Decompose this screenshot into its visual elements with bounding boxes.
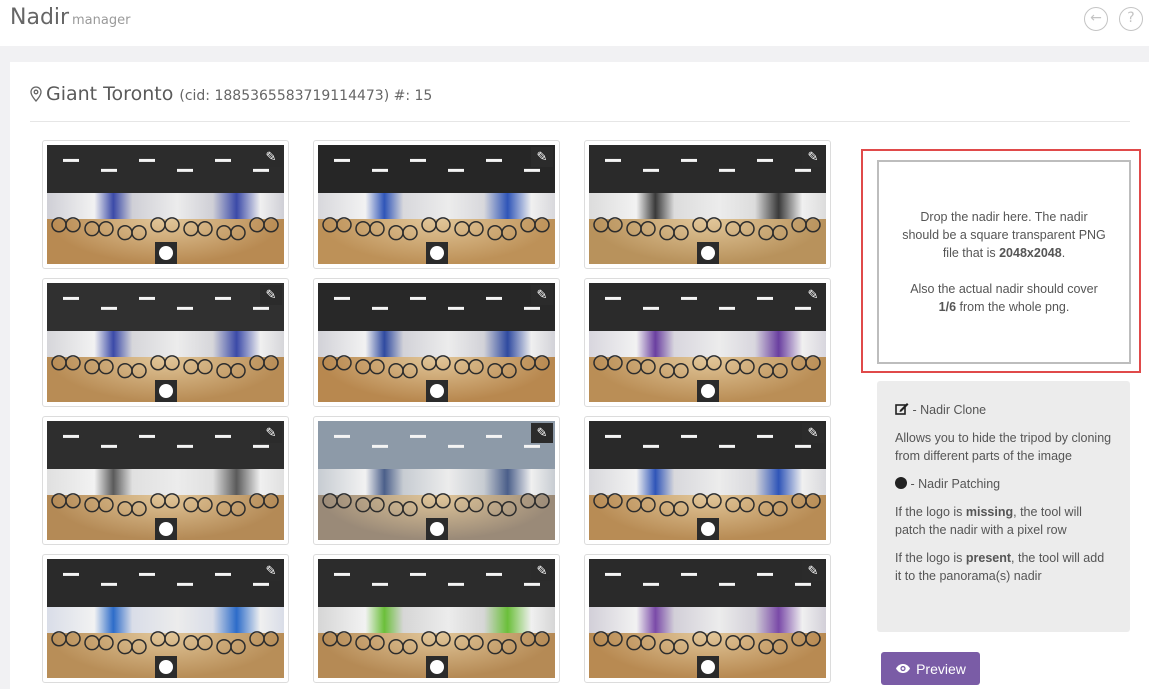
- circle-icon: [701, 246, 715, 260]
- panorama-image: ✎: [318, 283, 555, 402]
- legend-present-desc: If the logo is present, the tool will ad…: [895, 551, 1105, 583]
- panorama-image: ✎: [589, 283, 826, 402]
- location-name: Giant Toronto: [46, 83, 174, 105]
- panorama-thumbnail[interactable]: ✎: [42, 554, 289, 683]
- circle-icon: [430, 384, 444, 398]
- circle-icon: [159, 522, 173, 536]
- panorama-thumbnail[interactable]: ✎: [584, 278, 831, 407]
- nadir-clone-edit-icon[interactable]: ✎: [802, 423, 824, 443]
- panorama-image: ✎: [318, 559, 555, 678]
- help-icon[interactable]: ?: [1119, 7, 1143, 31]
- circle-icon: [701, 384, 715, 398]
- nadir-patch-button[interactable]: [426, 380, 448, 402]
- circle-icon: [701, 660, 715, 674]
- nadir-clone-edit-icon[interactable]: ✎: [802, 147, 824, 167]
- map-marker-icon: [30, 86, 42, 102]
- nadir-patch-button[interactable]: [426, 518, 448, 540]
- panorama-image: ✎: [47, 283, 284, 402]
- panorama-thumbnail[interactable]: ✎: [313, 278, 560, 407]
- panorama-thumbnail[interactable]: ✎: [42, 278, 289, 407]
- app-title: Nadir: [10, 5, 70, 30]
- panorama-image: ✎: [318, 145, 555, 264]
- panorama-image: ✎: [589, 421, 826, 540]
- dropzone-text-1: Drop the nadir here. The nadir should be…: [902, 210, 1106, 260]
- panorama-image: ✎: [318, 421, 555, 540]
- nadir-clone-edit-icon[interactable]: ✎: [802, 561, 824, 581]
- circle-icon: [430, 660, 444, 674]
- nadir-patch-button[interactable]: [155, 656, 177, 678]
- nadir-clone-edit-icon[interactable]: ✎: [531, 285, 553, 305]
- panorama-image: ✎: [47, 421, 284, 540]
- nadir-patch-button[interactable]: [155, 518, 177, 540]
- panorama-thumbnail[interactable]: ✎: [42, 140, 289, 269]
- panorama-thumbnail[interactable]: ✎: [584, 554, 831, 683]
- eye-icon: [896, 664, 911, 673]
- nadir-clone-edit-icon[interactable]: ✎: [260, 285, 282, 305]
- nadir-clone-edit-icon[interactable]: ✎: [260, 423, 282, 443]
- nadir-clone-edit-icon[interactable]: ✎: [260, 561, 282, 581]
- nadir-patch-button[interactable]: [697, 380, 719, 402]
- panorama-thumbnail[interactable]: ✎: [313, 416, 560, 545]
- legend-panel: - Nadir Clone Allows you to hide the tri…: [877, 381, 1130, 632]
- nadir-patch-button[interactable]: [697, 656, 719, 678]
- circle-icon: [701, 522, 715, 536]
- nadir-clone-edit-icon[interactable]: ✎: [802, 285, 824, 305]
- nadir-clone-edit-icon[interactable]: ✎: [531, 147, 553, 167]
- circle-icon: [159, 384, 173, 398]
- panorama-image: ✎: [47, 145, 284, 264]
- dropzone-text-2: Also the actual nadir should cover 1/6 f…: [910, 282, 1098, 314]
- circle-icon: [159, 246, 173, 260]
- location-meta: (cid: 1885365583719114473) #: 15: [179, 88, 433, 104]
- panorama-thumbnail[interactable]: ✎: [584, 416, 831, 545]
- circle-icon: [895, 477, 907, 489]
- edit-icon: [895, 403, 909, 415]
- nadir-patch-button[interactable]: [426, 242, 448, 264]
- nadir-dropzone[interactable]: Drop the nadir here. The nadir should be…: [861, 149, 1141, 373]
- preview-button[interactable]: Preview: [881, 652, 980, 685]
- nadir-patch-button[interactable]: [697, 518, 719, 540]
- legend-missing-desc: If the logo is missing, the tool will pa…: [895, 505, 1082, 537]
- panorama-thumbnail[interactable]: ✎: [42, 416, 289, 545]
- location-heading: Giant Toronto (cid: 1885365583719114473)…: [30, 83, 432, 105]
- nadir-patch-button[interactable]: [697, 242, 719, 264]
- circle-icon: [430, 246, 444, 260]
- circle-icon: [159, 660, 173, 674]
- legend-clone-desc: Allows you to hide the tripod by cloning…: [895, 431, 1112, 463]
- top-bar: Nadir manager ← ?: [0, 0, 1149, 46]
- panorama-thumbnail[interactable]: ✎: [313, 554, 560, 683]
- circle-icon: [430, 522, 444, 536]
- legend-clone-title: - Nadir Clone: [895, 401, 1112, 419]
- panorama-image: ✎: [589, 559, 826, 678]
- panorama-image: ✎: [589, 145, 826, 264]
- panorama-thumbnail[interactable]: ✎: [313, 140, 560, 269]
- nadir-patch-button[interactable]: [426, 656, 448, 678]
- preview-label: Preview: [916, 660, 966, 677]
- divider: [30, 121, 1130, 122]
- nadir-clone-edit-icon[interactable]: ✎: [531, 561, 553, 581]
- dropzone-inner[interactable]: Drop the nadir here. The nadir should be…: [877, 160, 1131, 364]
- panorama-thumbnail[interactable]: ✎: [584, 140, 831, 269]
- panorama-image: ✎: [47, 559, 284, 678]
- app-subtitle: manager: [72, 13, 131, 28]
- legend-patch-title: - Nadir Patching: [895, 475, 1112, 493]
- nadir-clone-edit-icon[interactable]: ✎: [531, 423, 553, 443]
- back-icon[interactable]: ←: [1084, 7, 1108, 31]
- nadir-patch-button[interactable]: [155, 242, 177, 264]
- nadir-patch-button[interactable]: [155, 380, 177, 402]
- nadir-clone-edit-icon[interactable]: ✎: [260, 147, 282, 167]
